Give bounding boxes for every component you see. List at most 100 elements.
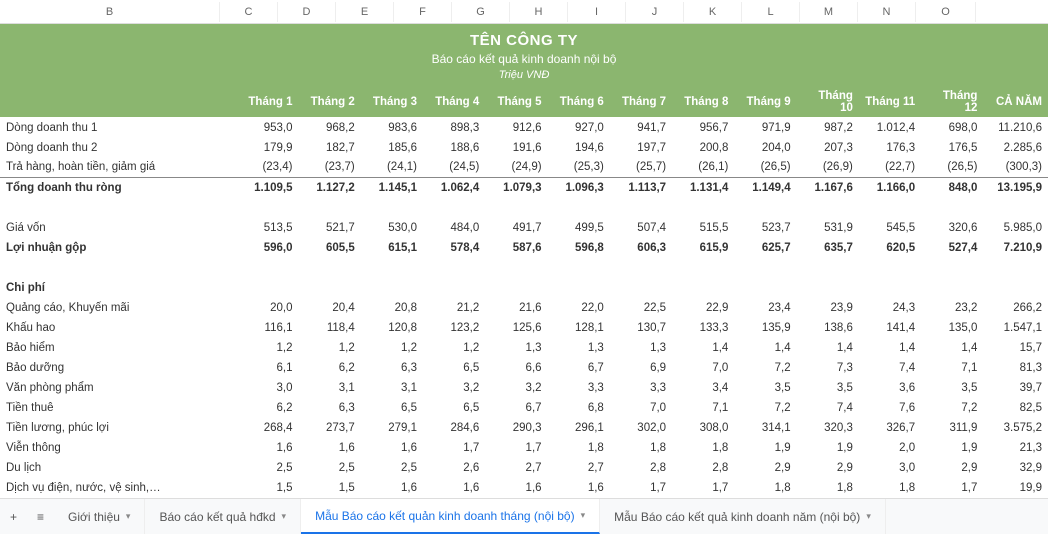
cell-value[interactable]: 32,9 xyxy=(983,458,1048,478)
cell-value[interactable]: 141,4 xyxy=(859,318,921,338)
cell-value[interactable]: 133,3 xyxy=(672,318,734,338)
cell-value[interactable] xyxy=(734,198,796,218)
cell-value[interactable]: 987,2 xyxy=(797,118,859,138)
cell-value[interactable] xyxy=(859,258,921,278)
cell-value[interactable]: 2,8 xyxy=(610,458,672,478)
cell-value[interactable]: 22,0 xyxy=(548,298,610,318)
cell-value[interactable]: 7,2 xyxy=(734,398,796,418)
cell-value[interactable]: 266,2 xyxy=(983,298,1048,318)
cell-value[interactable]: 1,6 xyxy=(236,438,298,458)
table-row[interactable]: Du lịch2,52,52,52,62,72,72,82,82,92,93,0… xyxy=(0,458,1048,478)
cell-value[interactable]: 116,1 xyxy=(236,318,298,338)
cell-value[interactable] xyxy=(797,278,859,298)
cell-value[interactable]: 1.079,3 xyxy=(485,178,547,198)
cell-value[interactable]: 19,9 xyxy=(983,478,1048,498)
cell-value[interactable]: 956,7 xyxy=(672,118,734,138)
table-row[interactable]: Trả hàng, hoàn tiền, giảm giá(23,4)(23,7… xyxy=(0,158,1048,178)
cell-value[interactable] xyxy=(610,278,672,298)
column-letter[interactable]: N xyxy=(858,2,916,22)
column-letter[interactable]: C xyxy=(220,2,278,22)
cell-value[interactable]: 848,0 xyxy=(921,178,983,198)
cell-value[interactable]: 273,7 xyxy=(298,418,360,438)
cell-value[interactable]: 2,9 xyxy=(734,458,796,478)
cell-value[interactable]: 296,1 xyxy=(548,418,610,438)
cell-value[interactable]: 1.166,0 xyxy=(859,178,921,198)
cell-value[interactable] xyxy=(921,258,983,278)
cell-value[interactable]: 521,7 xyxy=(298,218,360,238)
cell-value[interactable]: 491,7 xyxy=(485,218,547,238)
cell-value[interactable]: 11.210,6 xyxy=(983,118,1048,138)
cell-value[interactable]: (26,9) xyxy=(797,158,859,178)
cell-value[interactable]: 21,6 xyxy=(485,298,547,318)
cell-value[interactable]: 3,0 xyxy=(236,378,298,398)
cell-value[interactable]: 290,3 xyxy=(485,418,547,438)
cell-value[interactable]: 123,2 xyxy=(423,318,485,338)
cell-value[interactable]: 6,3 xyxy=(298,398,360,418)
cell-value[interactable] xyxy=(734,258,796,278)
cell-value[interactable]: 320,3 xyxy=(797,418,859,438)
cell-value[interactable]: (23,7) xyxy=(298,158,360,178)
cell-value[interactable]: 1,7 xyxy=(921,478,983,498)
cell-value[interactable]: 284,6 xyxy=(423,418,485,438)
cell-value[interactable]: 22,5 xyxy=(610,298,672,318)
table-row[interactable]: Dịch vụ điện, nước, vệ sinh,…1,51,51,61,… xyxy=(0,478,1048,498)
cell-value[interactable]: (24,5) xyxy=(423,158,485,178)
sheet-tab[interactable]: Báo cáo kết quả hđkd▾ xyxy=(145,499,301,534)
cell-value[interactable]: 1,3 xyxy=(548,338,610,358)
cell-value[interactable] xyxy=(983,258,1048,278)
cell-value[interactable]: 320,6 xyxy=(921,218,983,238)
cell-value[interactable]: (25,7) xyxy=(610,158,672,178)
cell-value[interactable]: 2,8 xyxy=(672,458,734,478)
cell-value[interactable]: (24,9) xyxy=(485,158,547,178)
cell-value[interactable]: 24,3 xyxy=(859,298,921,318)
column-letter[interactable]: B xyxy=(0,2,220,22)
cell-value[interactable]: 21,3 xyxy=(983,438,1048,458)
cell-value[interactable]: 3,5 xyxy=(797,378,859,398)
sheet-tab[interactable]: Mẫu Báo cáo kết quản kinh doanh tháng (n… xyxy=(301,499,600,534)
cell-value[interactable] xyxy=(548,198,610,218)
cell-value[interactable]: 578,4 xyxy=(423,238,485,258)
cell-value[interactable] xyxy=(672,278,734,298)
cell-value[interactable]: 1,9 xyxy=(921,438,983,458)
cell-value[interactable]: 2,7 xyxy=(548,458,610,478)
cell-value[interactable] xyxy=(361,198,423,218)
cell-value[interactable]: 523,7 xyxy=(734,218,796,238)
cell-value[interactable]: 615,9 xyxy=(672,238,734,258)
cell-value[interactable]: 125,6 xyxy=(485,318,547,338)
cell-value[interactable]: (300,3) xyxy=(983,158,1048,178)
cell-value[interactable]: 6,6 xyxy=(485,358,547,378)
cell-value[interactable]: 515,5 xyxy=(672,218,734,238)
cell-value[interactable] xyxy=(423,278,485,298)
table-row[interactable]: Tổng doanh thu ròng1.109,51.127,21.145,1… xyxy=(0,178,1048,198)
cell-value[interactable]: 7,1 xyxy=(921,358,983,378)
cell-value[interactable]: 605,5 xyxy=(298,238,360,258)
cell-value[interactable]: 6,5 xyxy=(361,398,423,418)
cell-value[interactable]: 7,3 xyxy=(797,358,859,378)
cell-value[interactable]: 983,6 xyxy=(361,118,423,138)
cell-value[interactable] xyxy=(423,258,485,278)
cell-value[interactable] xyxy=(859,278,921,298)
cell-value[interactable] xyxy=(298,278,360,298)
cell-value[interactable]: 3,3 xyxy=(610,378,672,398)
cell-value[interactable]: 1,8 xyxy=(672,438,734,458)
cell-value[interactable] xyxy=(983,198,1048,218)
cell-value[interactable]: 3,2 xyxy=(485,378,547,398)
cell-value[interactable]: 7,4 xyxy=(859,358,921,378)
cell-value[interactable]: 1,8 xyxy=(859,478,921,498)
cell-value[interactable]: 118,4 xyxy=(298,318,360,338)
cell-value[interactable]: (23,4) xyxy=(236,158,298,178)
cell-value[interactable]: 1,5 xyxy=(298,478,360,498)
cell-value[interactable]: 1,9 xyxy=(734,438,796,458)
cell-value[interactable]: 2,5 xyxy=(298,458,360,478)
column-letter[interactable]: O xyxy=(916,2,976,22)
cell-value[interactable] xyxy=(485,278,547,298)
cell-value[interactable]: 23,9 xyxy=(797,298,859,318)
cell-value[interactable]: 308,0 xyxy=(672,418,734,438)
cell-value[interactable]: 1,7 xyxy=(610,478,672,498)
cell-value[interactable]: 898,3 xyxy=(423,118,485,138)
cell-value[interactable]: 1,6 xyxy=(298,438,360,458)
cell-value[interactable]: 197,7 xyxy=(610,138,672,158)
cell-value[interactable] xyxy=(921,278,983,298)
cell-value[interactable]: 7,4 xyxy=(797,398,859,418)
cell-value[interactable]: 130,7 xyxy=(610,318,672,338)
